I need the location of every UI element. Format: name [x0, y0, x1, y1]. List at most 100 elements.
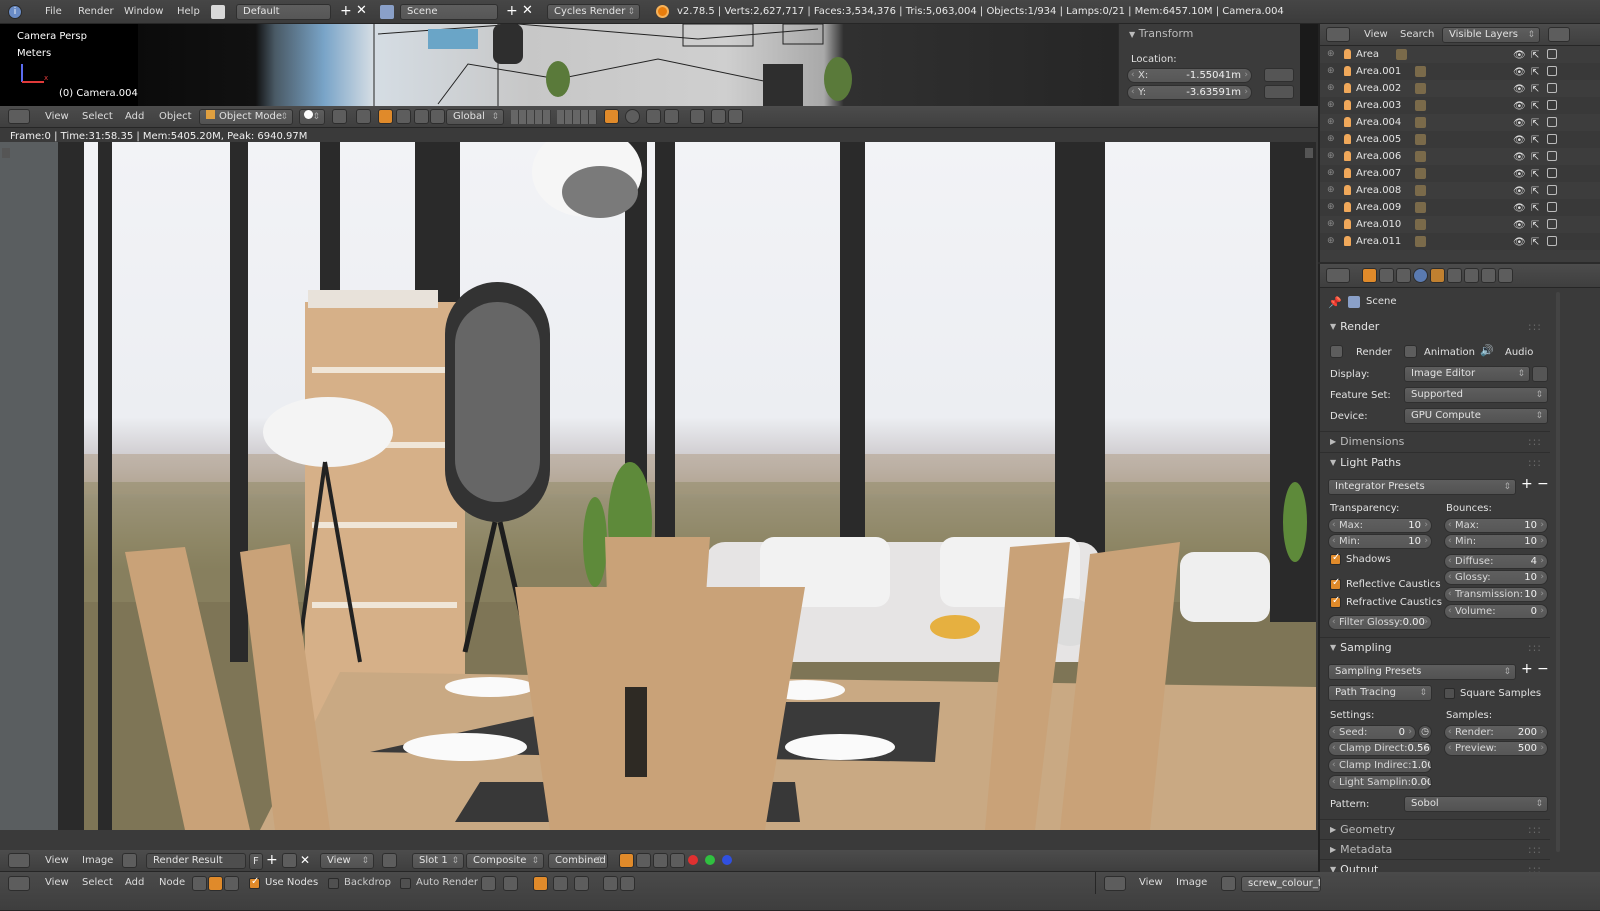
- render-pass-dropdown[interactable]: Composite: [466, 853, 544, 869]
- bounces-max-field[interactable]: Max:10: [1444, 518, 1548, 533]
- scale-icon[interactable]: [414, 109, 429, 124]
- remove-layout-icon[interactable]: ✕: [356, 3, 367, 18]
- location-x-field[interactable]: X:-1.55041m: [1127, 68, 1252, 83]
- display-alpha-icon[interactable]: [619, 853, 634, 868]
- geometry-panel-header[interactable]: ▶ Geometry:::: [1320, 819, 1550, 839]
- menu-render[interactable]: Render: [78, 0, 114, 24]
- backdrop-checkbox[interactable]: [328, 878, 339, 889]
- scene-field[interactable]: Scene: [400, 4, 498, 20]
- light-sampling-field[interactable]: Light Samplin:0.00: [1328, 775, 1432, 790]
- selectable-cursor-icon[interactable]: ⇱: [1531, 115, 1539, 132]
- pin-icon[interactable]: [481, 876, 496, 891]
- outliner-filter-dropdown[interactable]: Visible Layers: [1442, 27, 1540, 43]
- outliner-search-icon[interactable]: [1548, 27, 1570, 42]
- copy-node-icon[interactable]: [603, 876, 618, 891]
- selectable-cursor-icon[interactable]: ⇱: [1531, 166, 1539, 183]
- right-menu-image[interactable]: Image: [1176, 872, 1207, 894]
- renderable-camera-icon[interactable]: [1547, 168, 1557, 178]
- outliner-row[interactable]: ⊕ Area.011 👁 ⇱: [1320, 233, 1557, 251]
- snap-node-3-icon[interactable]: [574, 876, 589, 891]
- right-image-browse-icon[interactable]: [1221, 876, 1236, 891]
- image-menu-image[interactable]: Image: [82, 850, 113, 872]
- compositing-nodes-icon[interactable]: [208, 876, 223, 891]
- right-menu-view[interactable]: View: [1139, 872, 1163, 894]
- texture-nodes-icon[interactable]: [224, 876, 239, 891]
- visibility-eye-icon[interactable]: 👁: [1513, 166, 1526, 183]
- add-scene-icon[interactable]: +: [506, 3, 518, 19]
- renderable-camera-icon[interactable]: [1547, 202, 1557, 212]
- transmission-bounces-field[interactable]: Transmission:10: [1444, 587, 1548, 602]
- renderable-camera-icon[interactable]: [1547, 49, 1557, 59]
- diffuse-bounces-field[interactable]: Diffuse:4: [1444, 554, 1548, 569]
- selectable-cursor-icon[interactable]: ⇱: [1531, 64, 1539, 81]
- outliner-row[interactable]: ⊕ Area.008 👁 ⇱: [1320, 182, 1557, 200]
- opengl-anim-icon[interactable]: [728, 109, 743, 124]
- integrator-presets-dropdown[interactable]: Integrator Presets: [1328, 479, 1516, 495]
- selectable-cursor-icon[interactable]: ⇱: [1531, 132, 1539, 149]
- visibility-eye-icon[interactable]: 👁: [1513, 149, 1526, 166]
- info-editor-icon[interactable]: i: [8, 5, 22, 19]
- lock-x-icon[interactable]: [1264, 68, 1294, 82]
- image-menu-view[interactable]: View: [45, 850, 69, 872]
- selectable-cursor-icon[interactable]: ⇱: [1531, 81, 1539, 98]
- outliner-row[interactable]: ⊕ Area.009 👁 ⇱: [1320, 199, 1557, 217]
- viewport-menu-select[interactable]: Select: [82, 106, 113, 128]
- square-samples-checkbox[interactable]: [1444, 688, 1455, 699]
- snap-node-icon[interactable]: [533, 876, 548, 891]
- outliner-row[interactable]: ⊕ Area.006 👁 ⇱: [1320, 148, 1557, 166]
- render-layers-tab-icon[interactable]: [1379, 268, 1394, 283]
- light-paths-panel-header[interactable]: ▼ Light Paths:::: [1320, 452, 1550, 472]
- menu-window[interactable]: Window: [124, 0, 163, 24]
- shader-nodes-icon[interactable]: [192, 876, 207, 891]
- selectable-cursor-icon[interactable]: ⇱: [1531, 234, 1539, 251]
- node-menu-node[interactable]: Node: [159, 872, 185, 894]
- menu-file[interactable]: File: [45, 0, 62, 24]
- right-editor-type-icon[interactable]: [1104, 876, 1126, 891]
- parent-tree-icon[interactable]: [503, 876, 518, 891]
- renderable-camera-icon[interactable]: [1547, 219, 1557, 229]
- reflective-caustics-checkbox[interactable]: [1330, 577, 1341, 590]
- new-image-icon[interactable]: +: [266, 852, 278, 868]
- feature-set-dropdown[interactable]: Supported: [1404, 387, 1548, 403]
- visibility-eye-icon[interactable]: 👁: [1513, 183, 1526, 200]
- outliner-row[interactable]: ⊕ Area.002 👁 ⇱: [1320, 80, 1557, 98]
- remove-scene-icon[interactable]: ✕: [522, 3, 533, 18]
- properties-type-icon[interactable]: [1326, 268, 1350, 283]
- selectable-cursor-icon[interactable]: ⇱: [1531, 149, 1539, 166]
- add-integrator-preset-icon[interactable]: +: [1521, 476, 1533, 492]
- outliner-row[interactable]: ⊕ Area.007 👁 ⇱: [1320, 165, 1557, 183]
- render-tab-icon[interactable]: [1362, 268, 1377, 283]
- visibility-eye-icon[interactable]: 👁: [1513, 81, 1526, 98]
- sampling-presets-dropdown[interactable]: Sampling Presets: [1328, 664, 1516, 680]
- proportional-edit-icon[interactable]: [625, 109, 640, 124]
- lock-y-icon[interactable]: [1264, 85, 1294, 99]
- bounces-min-field[interactable]: Min:10: [1444, 534, 1548, 549]
- remove-sampling-preset-icon[interactable]: −: [1537, 661, 1549, 677]
- fake-user-button[interactable]: F: [249, 853, 263, 870]
- selectable-cursor-icon[interactable]: ⇱: [1531, 47, 1539, 64]
- render-panel-header[interactable]: ▼ Render:::: [1320, 317, 1550, 337]
- refractive-caustics-checkbox[interactable]: [1330, 595, 1341, 608]
- node-menu-add[interactable]: Add: [125, 872, 144, 894]
- green-channel-icon[interactable]: [705, 855, 715, 865]
- region-scale-right-icon[interactable]: [1305, 148, 1313, 158]
- selectable-cursor-icon[interactable]: ⇱: [1531, 98, 1539, 115]
- editor-type-icon[interactable]: [8, 109, 30, 124]
- image-browse-icon[interactable]: [122, 853, 137, 868]
- renderable-camera-icon[interactable]: [1547, 100, 1557, 110]
- visibility-eye-icon[interactable]: 👁: [1513, 200, 1526, 217]
- unlink-image-icon[interactable]: ✕: [300, 853, 310, 867]
- renderable-camera-icon[interactable]: [1547, 134, 1557, 144]
- preview-samples-field[interactable]: Preview:500: [1444, 741, 1548, 756]
- visibility-eye-icon[interactable]: 👁: [1513, 132, 1526, 149]
- rotate-icon[interactable]: [396, 109, 411, 124]
- translate-icon[interactable]: [378, 109, 393, 124]
- animation-button[interactable]: Animation: [1424, 347, 1475, 358]
- seed-field[interactable]: Seed:0: [1328, 725, 1416, 740]
- slot-dropdown[interactable]: Slot 1: [412, 853, 464, 869]
- outliner-row[interactable]: ⊕ Area 👁 ⇱: [1320, 46, 1557, 64]
- outliner-row[interactable]: ⊕ Area.005 👁 ⇱: [1320, 131, 1557, 149]
- display-lock-icon[interactable]: [1532, 366, 1548, 382]
- paste-node-icon[interactable]: [620, 876, 635, 891]
- metadata-panel-header[interactable]: ▶ Metadata:::: [1320, 839, 1550, 859]
